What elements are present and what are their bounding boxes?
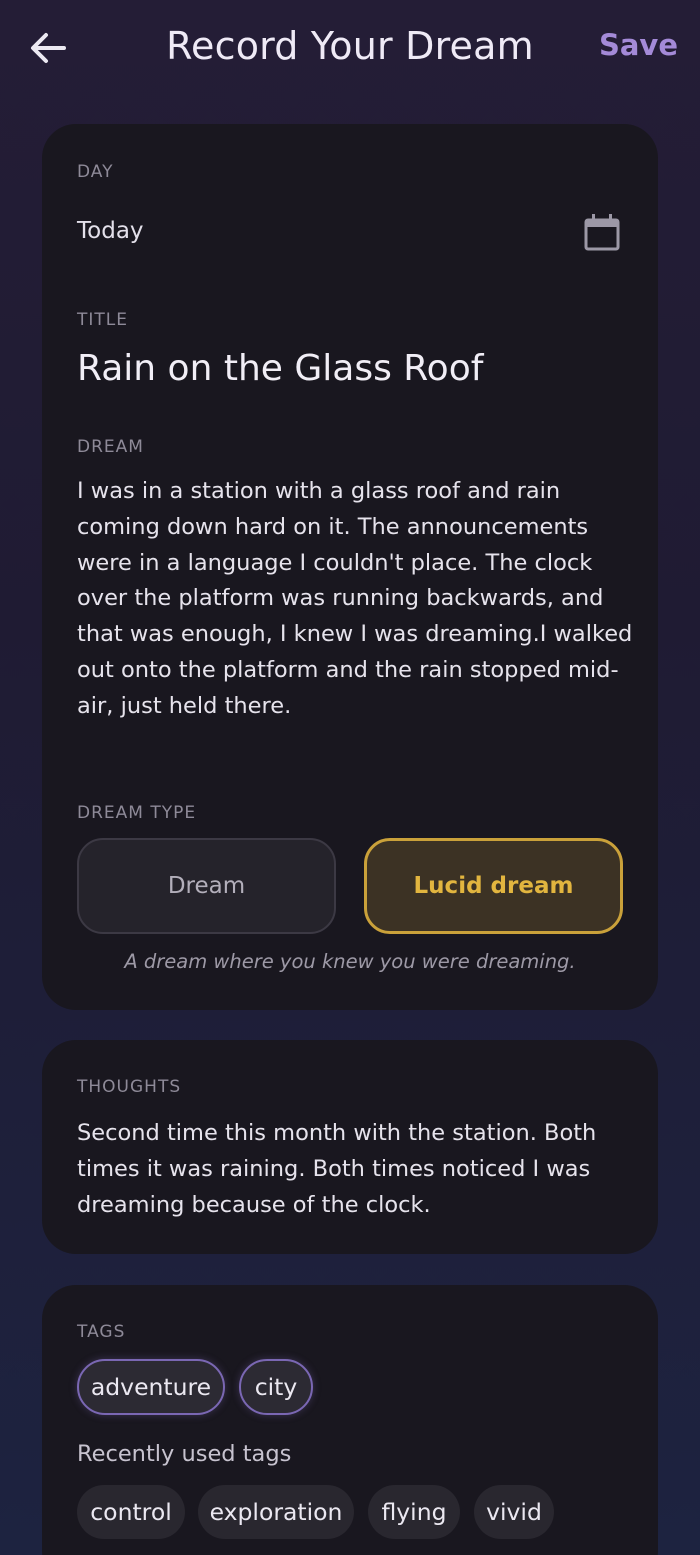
save-button[interactable]: Save bbox=[599, 28, 678, 62]
title-label: TITLE bbox=[77, 310, 128, 330]
dream-label: DREAM bbox=[77, 437, 144, 457]
dream-type-description: A dream where you knew you were dreaming… bbox=[124, 950, 576, 973]
recent-tag-chip[interactable]: flying bbox=[368, 1485, 460, 1539]
selected-tag-chip[interactable]: adventure bbox=[77, 1359, 225, 1415]
header: Record Your Dream Save bbox=[0, 0, 700, 96]
dream-type-dream-button[interactable]: Dream bbox=[77, 838, 336, 934]
calendar-icon[interactable] bbox=[583, 212, 621, 252]
page-title: Record Your Dream bbox=[166, 24, 534, 68]
recent-tag-chip[interactable]: vivid bbox=[474, 1485, 554, 1539]
tags-card: TAGS adventure city Recently used tags c… bbox=[42, 1285, 658, 1555]
dream-type-label: DREAM TYPE bbox=[77, 803, 197, 823]
recent-tags-label: Recently used tags bbox=[77, 1441, 292, 1467]
title-input[interactable]: Rain on the Glass Roof bbox=[77, 348, 483, 389]
dream-textarea[interactable]: I was in a station with a glass roof and… bbox=[77, 474, 633, 725]
dream-type-lucid-button[interactable]: Lucid dream bbox=[364, 838, 623, 934]
thoughts-card: THOUGHTS Second time this month with the… bbox=[42, 1040, 658, 1254]
recent-tag-chip[interactable]: control bbox=[77, 1485, 185, 1539]
selected-tag-chip[interactable]: city bbox=[239, 1359, 313, 1415]
thoughts-label: THOUGHTS bbox=[77, 1077, 182, 1097]
day-label: DAY bbox=[77, 162, 114, 182]
dream-entry-card: DAY Today TITLE Rain on the Glass Roof D… bbox=[42, 124, 658, 1010]
recent-tag-chip[interactable]: exploration bbox=[198, 1485, 354, 1539]
tags-label: TAGS bbox=[77, 1322, 126, 1342]
thoughts-textarea[interactable]: Second time this month with the station.… bbox=[77, 1116, 633, 1223]
day-field[interactable]: Today bbox=[77, 218, 144, 244]
